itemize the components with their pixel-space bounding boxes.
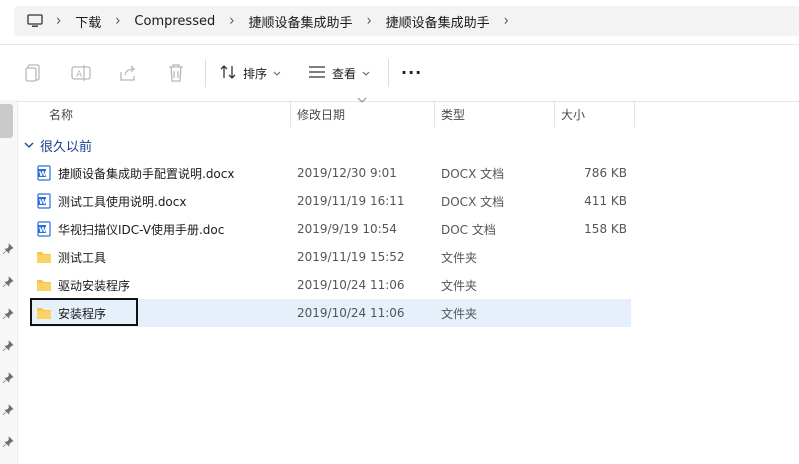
column-header-type[interactable]: 类型 xyxy=(441,100,465,128)
breadcrumb-item[interactable]: 捷顺设备集成助手 xyxy=(244,12,356,31)
word-doc-icon: W xyxy=(36,193,52,209)
address-bar[interactable]: › 下载 › Compressed › 捷顺设备集成助手 › 捷顺设备集成助手 … xyxy=(14,6,799,36)
breadcrumb-item[interactable]: 捷顺设备集成助手 xyxy=(382,12,494,31)
command-bar: A 排序 查看 ··· xyxy=(0,44,799,102)
toolbar-divider xyxy=(388,59,389,87)
view-button[interactable]: 查看 xyxy=(308,61,370,85)
folder-icon xyxy=(36,249,52,265)
file-type: DOCX 文档 xyxy=(441,166,505,181)
chevron-down-icon[interactable] xyxy=(24,138,34,153)
sort-button[interactable]: 排序 xyxy=(219,61,281,85)
column-divider[interactable] xyxy=(290,101,291,127)
folder-icon xyxy=(36,277,52,293)
file-type: 文件夹 xyxy=(441,278,478,293)
rename-icon[interactable]: A xyxy=(70,62,92,84)
pin-icon[interactable] xyxy=(2,340,14,352)
breadcrumb-item[interactable]: 下载 xyxy=(71,12,105,31)
file-name: 测试工具使用说明.docx xyxy=(58,194,187,209)
file-modified: 2019/11/19 16:11 xyxy=(297,194,405,208)
chevron-down-icon xyxy=(273,66,281,80)
view-label: 查看 xyxy=(332,66,357,81)
folder-icon xyxy=(36,305,52,321)
copy-icon[interactable] xyxy=(22,62,44,84)
file-size xyxy=(510,271,627,299)
toolbar-divider xyxy=(205,59,206,87)
pin-icon[interactable] xyxy=(2,243,14,255)
file-row[interactable]: W 华视扫描仪IDC-V使用手册.doc 2019/9/19 10:54 DOC… xyxy=(30,215,631,243)
file-name: 安装程序 xyxy=(58,306,107,321)
column-divider[interactable] xyxy=(634,101,635,127)
word-doc-icon: W xyxy=(36,165,52,181)
sort-icon xyxy=(219,64,237,83)
sort-indicator-icon xyxy=(357,97,367,103)
folder-row[interactable]: 测试工具 2019/11/19 15:52 文件夹 xyxy=(30,243,631,271)
svg-text:W: W xyxy=(39,226,47,234)
column-divider[interactable] xyxy=(554,101,555,127)
this-pc-icon[interactable] xyxy=(24,6,46,36)
pin-icon[interactable] xyxy=(2,372,14,384)
breadcrumb-separator-icon[interactable]: › xyxy=(366,12,371,30)
breadcrumb-separator-icon[interactable]: › xyxy=(115,12,120,30)
sort-label: 排序 xyxy=(243,66,268,81)
chevron-down-icon xyxy=(362,66,370,80)
file-name: 华视扫描仪IDC-V使用手册.doc xyxy=(58,222,225,237)
folder-row[interactable]: 驱动安装程序 2019/10/24 11:06 文件夹 xyxy=(30,271,631,299)
share-icon[interactable] xyxy=(117,62,139,84)
breadcrumb-separator-icon[interactable]: › xyxy=(504,12,509,30)
file-modified: 2019/11/19 15:52 xyxy=(297,250,405,264)
file-size xyxy=(510,299,627,327)
svg-text:A: A xyxy=(76,70,83,80)
delete-icon[interactable] xyxy=(165,62,187,84)
file-name: 测试工具 xyxy=(58,250,107,265)
file-size xyxy=(510,243,627,271)
file-name: 驱动安装程序 xyxy=(58,278,131,293)
file-size: 158 KB xyxy=(584,222,627,236)
file-modified: 2019/10/24 11:06 xyxy=(297,306,405,320)
file-modified: 2019/12/30 9:01 xyxy=(297,166,397,180)
scrollbar-thumb[interactable] xyxy=(0,104,13,138)
file-type: DOC 文档 xyxy=(441,222,496,237)
group-header[interactable]: 很久以前 xyxy=(24,134,92,156)
file-type: 文件夹 xyxy=(441,306,478,321)
file-row[interactable]: W 捷顺设备集成助手配置说明.docx 2019/12/30 9:01 DOCX… xyxy=(30,159,631,187)
column-header-modified[interactable]: 修改日期 xyxy=(297,100,345,128)
svg-text:W: W xyxy=(39,170,47,178)
column-header-name[interactable]: 名称 xyxy=(49,100,73,128)
svg-text:W: W xyxy=(39,198,47,206)
breadcrumb-separator-icon[interactable]: › xyxy=(229,12,234,30)
folder-row-selected[interactable]: 安装程序 2019/10/24 11:06 文件夹 xyxy=(30,298,631,327)
file-type: 文件夹 xyxy=(441,250,478,265)
breadcrumb-item[interactable]: Compressed xyxy=(130,14,219,29)
more-options-button[interactable]: ··· xyxy=(401,63,422,82)
pin-icon[interactable] xyxy=(2,276,14,288)
column-header-size[interactable]: 大小 xyxy=(561,100,585,128)
file-size: 411 KB xyxy=(584,194,627,208)
view-list-icon xyxy=(308,65,326,82)
breadcrumb-separator-icon[interactable]: › xyxy=(56,12,61,30)
file-modified: 2019/10/24 11:06 xyxy=(297,278,405,292)
word-doc-icon: W xyxy=(36,221,52,237)
pin-icon[interactable] xyxy=(2,404,14,416)
file-type: DOCX 文档 xyxy=(441,194,505,209)
file-size: 786 KB xyxy=(584,166,627,180)
file-modified: 2019/9/19 10:54 xyxy=(297,222,397,236)
file-name: 捷顺设备集成助手配置说明.docx xyxy=(58,166,235,181)
file-row[interactable]: W 测试工具使用说明.docx 2019/11/19 16:11 DOCX 文档… xyxy=(30,187,631,215)
column-divider[interactable] xyxy=(434,101,435,127)
pin-icon[interactable] xyxy=(2,308,14,320)
group-label: 很久以前 xyxy=(40,139,93,155)
pin-icon[interactable] xyxy=(2,436,14,448)
